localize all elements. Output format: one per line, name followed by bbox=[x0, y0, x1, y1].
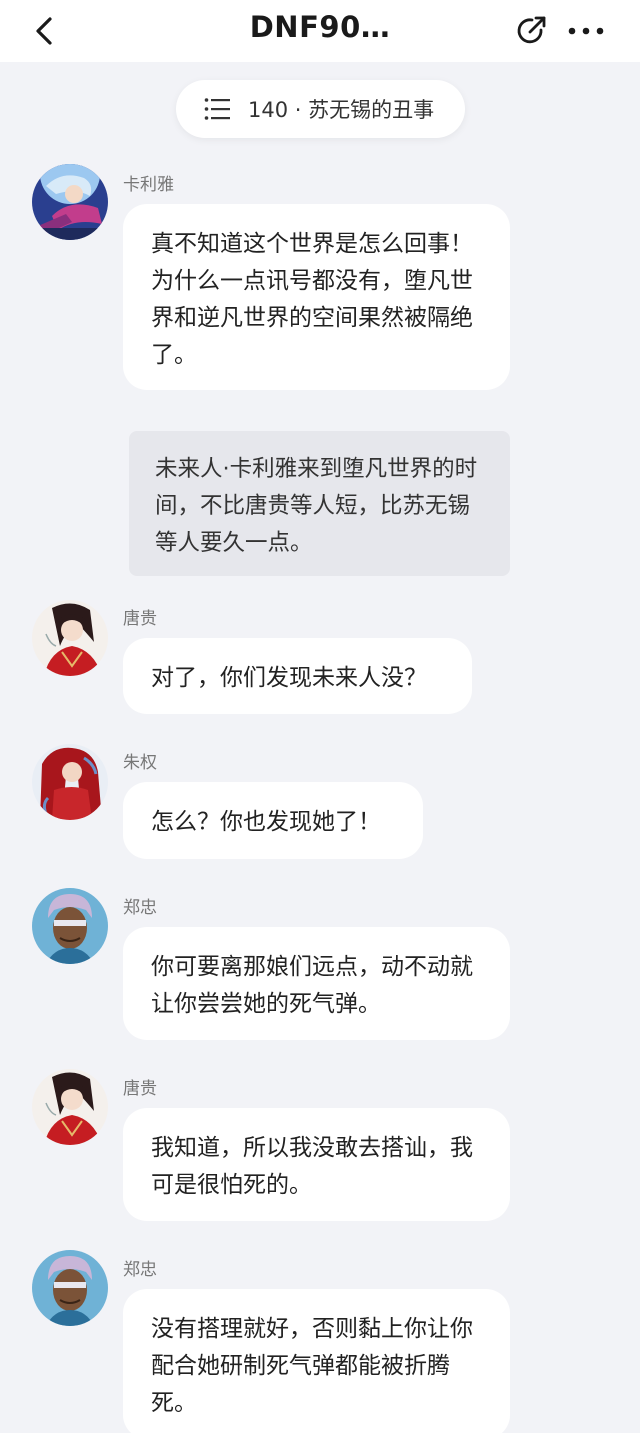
list-icon bbox=[204, 98, 230, 120]
avatar-tanggui[interactable] bbox=[32, 600, 108, 676]
message-bubble: 对了，你们发现未来人没？ bbox=[123, 638, 472, 714]
chevron-left-icon bbox=[36, 17, 52, 45]
message-bubble: 没有搭理就好，否则黏上你让你配合她研制死气弹都能被折腾死。 bbox=[123, 1289, 510, 1433]
avatar-tanggui[interactable] bbox=[32, 1069, 108, 1145]
more-button[interactable] bbox=[566, 16, 606, 46]
share-button[interactable] bbox=[514, 13, 550, 49]
speaker-name: 卡利雅 bbox=[123, 175, 174, 195]
top-bar: DNF90… bbox=[0, 0, 640, 62]
avatar-tanggui-icon bbox=[32, 600, 108, 676]
more-dots-icon bbox=[568, 27, 604, 35]
message-bubble: 真不知道这个世界是怎么回事！为什么一点讯号都没有，堕凡世界和逆凡世界的空间果然被… bbox=[123, 204, 510, 390]
avatar-tanggui-icon bbox=[32, 1069, 108, 1145]
speaker-name: 郑忠 bbox=[123, 1260, 157, 1280]
share-icon bbox=[517, 16, 546, 44]
avatar-karia-icon bbox=[32, 164, 108, 240]
avatar-zhengzhong[interactable] bbox=[32, 1250, 108, 1326]
speaker-name: 郑忠 bbox=[123, 898, 157, 918]
avatar-zhuquan[interactable] bbox=[32, 744, 108, 820]
avatar-karia[interactable] bbox=[32, 164, 108, 240]
chapter-selector[interactable]: 140 · 苏无锡的丑事 bbox=[176, 80, 465, 138]
chapter-label: 140 · 苏无锡的丑事 bbox=[248, 98, 435, 122]
avatar-zhengzhong[interactable] bbox=[32, 888, 108, 964]
message-bubble: 你可要离那娘们远点，动不动就让你尝尝她的死气弹。 bbox=[123, 927, 510, 1040]
speaker-name: 唐贵 bbox=[123, 1079, 157, 1099]
message-bubble: 怎么？你也发现她了！ bbox=[123, 782, 423, 859]
avatar-zhengzhong-icon bbox=[32, 1250, 108, 1326]
avatar-zhuquan-icon bbox=[32, 744, 108, 820]
avatar-zhengzhong-icon bbox=[32, 888, 108, 964]
speaker-name: 朱权 bbox=[123, 753, 157, 773]
speaker-name: 唐贵 bbox=[123, 609, 157, 629]
message-bubble: 我知道，所以我没敢去搭讪，我可是很怕死的。 bbox=[123, 1108, 510, 1221]
narration-block: 未来人·卡利雅来到堕凡世界的时间，不比唐贵等人短，比苏无锡等人要久一点。 bbox=[129, 431, 510, 576]
back-button[interactable] bbox=[28, 14, 62, 48]
page-title: DNF90… bbox=[249, 10, 391, 44]
